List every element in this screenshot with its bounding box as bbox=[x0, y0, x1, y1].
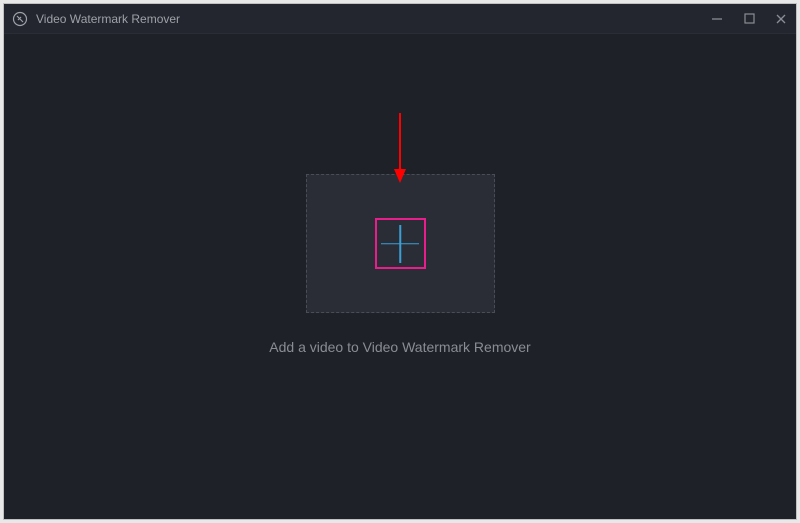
window-controls bbox=[710, 12, 788, 26]
minimize-button[interactable] bbox=[710, 12, 724, 26]
plus-icon bbox=[381, 225, 419, 263]
app-title: Video Watermark Remover bbox=[36, 12, 710, 26]
add-video-highlight-box bbox=[375, 218, 426, 269]
title-bar: Video Watermark Remover bbox=[4, 4, 796, 34]
app-logo-icon bbox=[12, 11, 28, 27]
arrow-annotation-icon bbox=[393, 113, 407, 188]
close-button[interactable] bbox=[774, 12, 788, 26]
instruction-text: Add a video to Video Watermark Remover bbox=[269, 339, 530, 355]
maximize-button[interactable] bbox=[742, 12, 756, 26]
app-window: Video Watermark Remover bbox=[3, 3, 797, 520]
add-video-dropzone[interactable] bbox=[306, 174, 495, 313]
content-area: Add a video to Video Watermark Remover bbox=[4, 34, 796, 519]
